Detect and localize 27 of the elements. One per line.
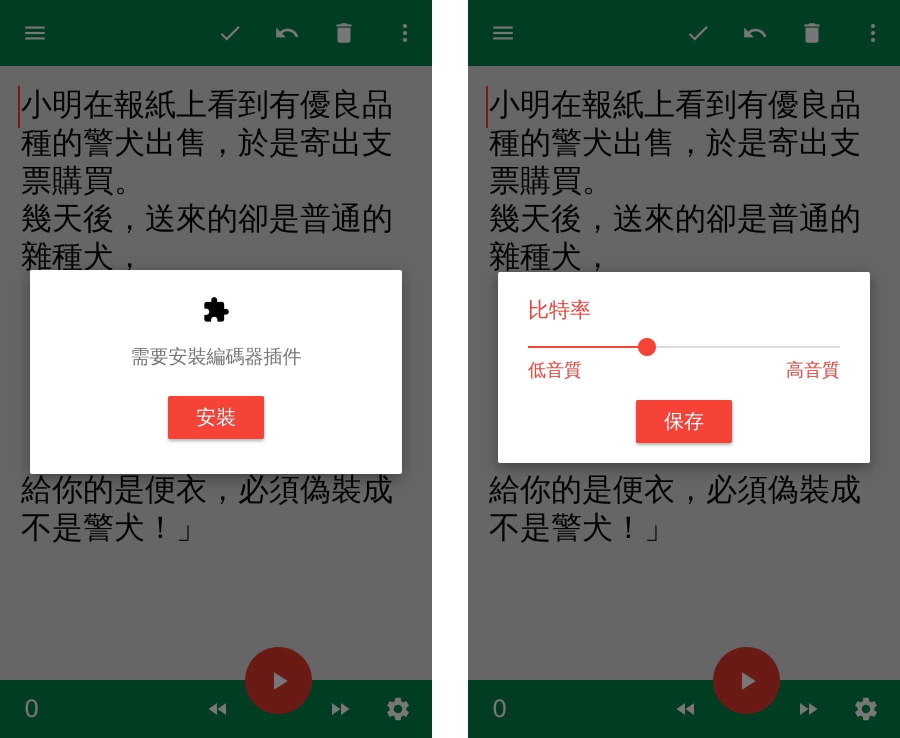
text-line: 不是警犬！」 <box>489 509 675 547</box>
text-line: 給你的是便衣，必須偽裝成 <box>489 471 861 509</box>
text-line: 不是警犬！」 <box>21 509 207 547</box>
text-line: 票購買。 <box>21 162 145 200</box>
text-line: 種的警犬出售，於是寄出支 <box>21 124 393 162</box>
dialog-message: 需要安裝編碼器插件 <box>130 345 302 370</box>
settings-icon[interactable] <box>384 695 412 723</box>
text-line: 種的警犬出售，於是寄出支 <box>489 124 861 162</box>
save-button[interactable]: 保存 <box>636 400 732 443</box>
text-line: 票購買。 <box>489 162 613 200</box>
text-line: 幾天後，送來的卻是普通的 <box>489 200 861 238</box>
text-line: 雜種犬， <box>489 238 613 276</box>
text-cursor <box>486 86 488 128</box>
slider-thumb[interactable] <box>638 338 656 356</box>
max-label: 高音質 <box>786 359 840 382</box>
min-label: 低音質 <box>528 359 582 382</box>
text-line: 小明在報紙上看到有優良品 <box>489 86 861 124</box>
text-line: 給你的是便衣，必須偽裝成 <box>21 471 393 509</box>
counter: 0 <box>492 695 508 723</box>
settings-icon[interactable] <box>852 695 880 723</box>
puzzle-icon <box>202 296 230 324</box>
text-cursor <box>18 86 20 128</box>
counter: 0 <box>24 695 40 723</box>
dialog-title: 比特率 <box>528 297 592 324</box>
text-line: 幾天後，送來的卻是普通的 <box>21 200 393 238</box>
install-button[interactable]: 安裝 <box>168 396 264 439</box>
text-line: 小明在報紙上看到有優良品 <box>21 86 393 124</box>
